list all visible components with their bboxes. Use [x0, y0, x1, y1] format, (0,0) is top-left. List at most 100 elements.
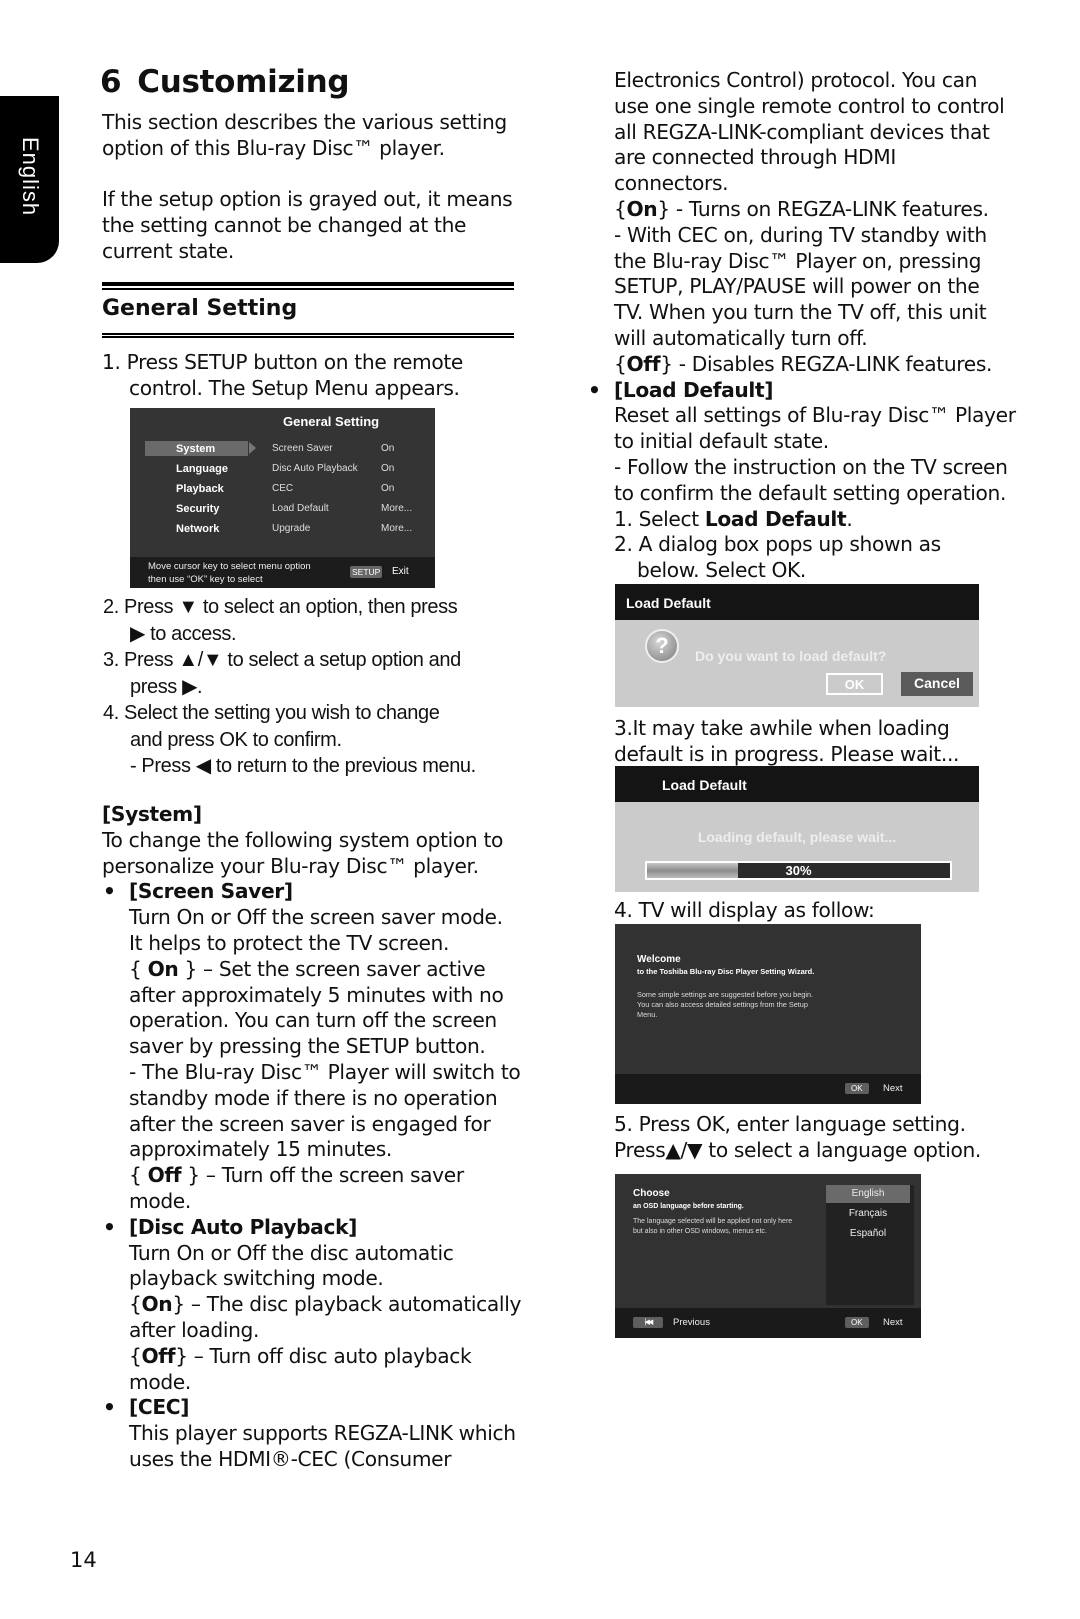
on-option-line: { On } – Set the screen saver active: [129, 956, 486, 981]
hint-line: Move cursor key to select menu option: [148, 561, 311, 572]
body-line: standby mode if there is no operation: [129, 1085, 498, 1110]
body-line: approximately 15 minutes.: [129, 1137, 392, 1162]
body-line: 3.It may take awhile when loading: [614, 716, 950, 740]
off-option-line: { Off } – Turn off the screen saver: [129, 1163, 464, 1188]
language-option-english[interactable]: English: [826, 1185, 910, 1203]
page-number: 14: [70, 1548, 97, 1572]
progress-percent-label: 30%: [785, 863, 812, 878]
body-line: connectors.: [614, 171, 729, 196]
body-line: TV. When you turn the TV off, this unit: [614, 300, 987, 325]
chapter-title: 6 Customizing: [100, 64, 350, 100]
step-1: 1. Press SETUP button on the remote cont…: [102, 350, 522, 402]
ok-key-badge[interactable]: OK: [845, 1083, 869, 1094]
chapter-title-text: Customizing: [137, 64, 350, 100]
body-line: to confirm the default setting operation…: [614, 480, 1007, 505]
step-text: 2. Press ▼ to select an option, then pre…: [103, 596, 458, 618]
chapter-number: 6: [100, 64, 122, 100]
menu-option-name[interactable]: Screen Saver: [272, 443, 333, 454]
welcome-body: Some simple settings are suggested befor…: [637, 990, 814, 1019]
menu-option-name[interactable]: Disc Auto Playback: [272, 463, 358, 474]
body-line: } – Set the screen saver active: [184, 956, 486, 981]
setup-key-badge: SETUP: [350, 566, 383, 578]
menu-category-security[interactable]: Security: [176, 503, 219, 515]
progress-message: Loading default, please wait...: [697, 829, 897, 845]
body-line: } – Turn off disc auto playback: [175, 1343, 472, 1368]
language-option-espanol[interactable]: Español: [826, 1225, 910, 1243]
system-heading: [System]: [102, 802, 202, 826]
body-line: after the screen saver is engaged for: [129, 1111, 491, 1136]
step-text: and press OK to confirm.: [130, 728, 342, 751]
step-text: 4. Select the setting you wish to change: [103, 702, 440, 724]
system-desc: personalize your Blu-ray Disc™ player.: [102, 853, 479, 878]
intro: This section describes the various setti…: [102, 110, 522, 265]
cancel-button[interactable]: Cancel: [901, 672, 973, 696]
menu-option-name[interactable]: CEC: [272, 483, 293, 494]
intro-line: the setting cannot be changed at the: [102, 213, 467, 238]
menu-option-name[interactable]: Upgrade: [272, 523, 310, 534]
body-line: will automatically turn off.: [614, 325, 868, 350]
system-desc: To change the following system option to: [102, 827, 504, 852]
menu-option-value: On: [381, 483, 395, 494]
body-line: Reset all settings of Blu-ray Disc™ Play…: [614, 403, 1016, 428]
body-line: It helps to protect the TV screen.: [129, 930, 450, 955]
setup-menu-screen: General Setting System Language Playback…: [130, 408, 435, 588]
load-default-step-4: 4. TV will display as follow:: [614, 898, 875, 922]
body-line: 5. Press OK, enter language setting.: [614, 1112, 966, 1136]
exit-label: Exit: [392, 566, 409, 577]
previous-key-icon[interactable]: |◀◀: [633, 1317, 663, 1328]
welcome-screen: Welcome to the Toshiba Blu-ray Disc Play…: [615, 924, 921, 1104]
body-line: Press▲/▼ to select a language option.: [614, 1137, 981, 1162]
menu-option-name[interactable]: Load Default: [272, 503, 329, 514]
language-side-tab: English: [0, 96, 59, 263]
on-label: On: [141, 1292, 173, 1317]
language-subtitle: an OSD language before starting.: [633, 1203, 744, 1210]
next-label[interactable]: Next: [883, 1317, 903, 1328]
intro-line: This section describes the various setti…: [102, 110, 507, 134]
body-line: Turn On or Off the screen saver mode.: [129, 905, 503, 930]
body-line: } - Turns on REGZA-LINK features.: [657, 196, 989, 221]
body-line: after approximately 5 minutes with no: [129, 982, 504, 1007]
language-body: The language selected will be applied no…: [633, 1218, 793, 1235]
body-line: } – The disc playback automatically: [172, 1292, 522, 1317]
body-line: Turn On or Off the disc automatic: [129, 1240, 454, 1265]
body-line: playback switching mode.: [129, 1266, 384, 1291]
load-default-heading: [Load Default]: [588, 378, 1054, 404]
body-line: Electronics Control) protocol. You can: [614, 68, 978, 92]
menu-category-playback[interactable]: Playback: [176, 483, 224, 495]
ok-button[interactable]: OK: [826, 673, 883, 695]
language-option-francais[interactable]: Français: [826, 1205, 910, 1223]
on-label: On: [147, 956, 179, 981]
section-rule-bottom-thick: [102, 336, 514, 338]
off-label: Off: [141, 1343, 176, 1368]
step-text: 1. Press SETUP button on the remote: [102, 350, 463, 374]
body-line: uses the HDMI®-CEC (Consumer: [129, 1446, 452, 1471]
progress-bar: 30%: [645, 861, 952, 880]
body-line: the Blu-ray Disc™ Player on, pressing: [614, 248, 982, 273]
welcome-subtitle: to the Toshiba Blu-ray Disc Player Setti…: [637, 967, 815, 976]
next-label[interactable]: Next: [883, 1083, 903, 1094]
load-default-dialog: Load Default ? Do you want to load defau…: [615, 584, 979, 707]
menu-category-language[interactable]: Language: [176, 463, 228, 475]
body-line: are connected through HDMI: [614, 145, 896, 170]
off-option-line: {Off} – Turn off disc auto playback: [129, 1343, 472, 1368]
menu-option-value: On: [381, 443, 395, 454]
setup-menu-footer: Move cursor key to select menu option th…: [130, 557, 435, 588]
menu-category-network[interactable]: Network: [176, 523, 219, 535]
steps-2-4: 2. Press ▼ to select an option, then pre…: [103, 594, 523, 780]
load-default-step-5: 5. Press OK, enter language setting. Pre…: [614, 1112, 1064, 1164]
section-rule-top-thin: [102, 288, 514, 290]
step-text: press ▶.: [130, 675, 203, 698]
body-line: mode.: [129, 1188, 191, 1213]
ok-key-badge[interactable]: OK: [845, 1317, 869, 1328]
previous-label[interactable]: Previous: [673, 1317, 710, 1328]
menu-category-system[interactable]: System: [176, 443, 215, 455]
arrow-right-icon: [249, 442, 256, 454]
load-default-step-2: 2. A dialog box pops up shown as: [614, 532, 941, 557]
body-line: SETUP, PLAY/PAUSE will power on the: [614, 274, 980, 299]
load-default-step-3: 3.It may take awhile when loading defaul…: [614, 716, 1054, 768]
on-label: On: [626, 196, 658, 221]
menu-option-value: More...: [381, 503, 413, 514]
body-line: This player supports REGZA-LINK which: [129, 1421, 516, 1446]
body-line: use one single remote control to control: [614, 93, 1005, 118]
intro-line: If the setup option is grayed out, it me…: [102, 187, 513, 212]
